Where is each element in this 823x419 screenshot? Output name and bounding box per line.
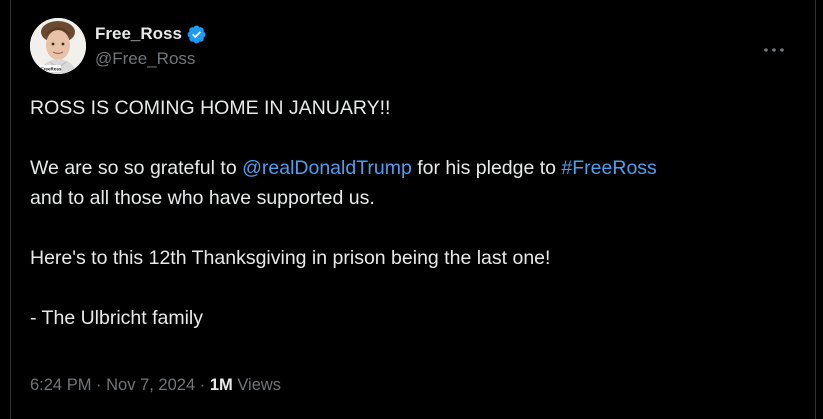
tweet-meta: 6:24 PM · Nov 7, 2024 · 1M Views: [30, 373, 281, 397]
tweet-line-1: ROSS IS COMING HOME IN JANUARY!!: [30, 97, 391, 119]
hashtag-link[interactable]: #FreeRoss: [561, 157, 656, 179]
avatar[interactable]: #FreeRoss: [30, 18, 86, 74]
tweet-time[interactable]: 6:24 PM: [30, 376, 91, 394]
meta-separator: ·: [96, 376, 102, 394]
meta-separator: ·: [199, 376, 206, 394]
verified-badge-icon[interactable]: [186, 24, 207, 45]
author-names: Free_Ross @Free_Ross: [95, 23, 207, 70]
views-count[interactable]: 1M: [210, 376, 233, 394]
views-label: Views: [237, 376, 282, 394]
avatar-image: #FreeRoss: [30, 18, 86, 74]
avatar-badge: #FreeRoss: [38, 67, 62, 72]
display-name[interactable]: Free_Ross: [95, 23, 182, 45]
display-name-row: Free_Ross: [95, 23, 207, 45]
tweet-header: #FreeRoss Free_Ross @Free_Ross: [30, 18, 799, 78]
tweet-line-3: Here's to this 12th Thanksgiving in pris…: [30, 247, 551, 269]
mention-link[interactable]: @realDonaldTrump: [242, 157, 412, 179]
tweet-text: ROSS IS COMING HOME IN JANUARY!! We are …: [30, 93, 795, 333]
tweet-line-2-prefix: We are so so grateful to: [30, 157, 243, 179]
tweet-paragraph-2: We are so so grateful to @realDonaldTrum…: [30, 153, 795, 213]
tweet-line-4: - The Ulbricht family: [30, 307, 204, 329]
tweet-date[interactable]: Nov 7, 2024: [106, 376, 195, 394]
tweet-line-2-middle: for his pledge to: [411, 157, 562, 179]
tweet-line-2-suffix: and to all those who have supported us.: [30, 187, 375, 209]
author-handle[interactable]: @Free_Ross: [95, 48, 207, 70]
tweet-card: #FreeRoss Free_Ross @Free_Ross ROSS IS C…: [10, 0, 816, 419]
more-options-icon[interactable]: [763, 42, 785, 52]
